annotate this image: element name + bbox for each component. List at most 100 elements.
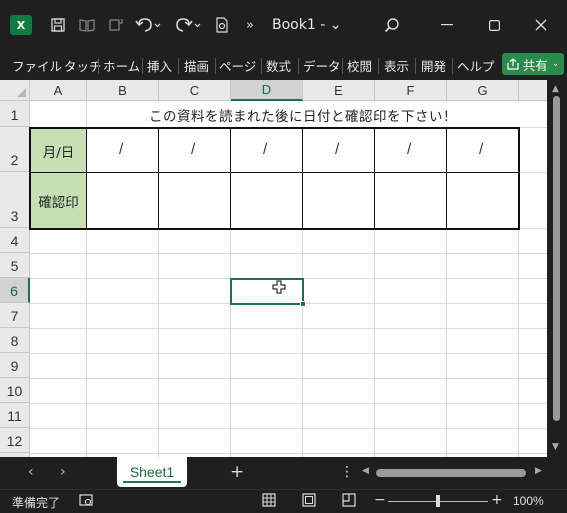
column-header-h[interactable] [519, 80, 549, 101]
add-sheet-icon[interactable]: + [230, 462, 244, 482]
column-header-a[interactable]: A [30, 80, 87, 101]
tab-help[interactable]: ヘルプ [457, 56, 495, 75]
zoom-level[interactable]: 100% [513, 494, 544, 508]
zoom-slider-thumb[interactable] [436, 495, 440, 507]
tab-touch[interactable]: タッチ [64, 56, 102, 75]
open-book-icon[interactable] [77, 14, 97, 36]
zoom-out-icon[interactable]: − [374, 492, 386, 508]
date-cell-c2[interactable]: / [191, 141, 195, 158]
tab-page-layout[interactable]: ページ [219, 56, 256, 75]
page-break-icon[interactable] [342, 493, 356, 511]
share-label: 共有 [522, 57, 548, 73]
tab-insert[interactable]: 挿入 [147, 56, 172, 75]
scroll-left-icon[interactable]: ◀ [362, 466, 369, 476]
save-icon[interactable] [48, 14, 68, 36]
prev-sheet-icon[interactable]: ‹ [28, 464, 34, 480]
search-icon[interactable] [382, 14, 402, 36]
format-painter-icon[interactable] [106, 14, 126, 36]
maximize-icon[interactable] [479, 14, 509, 36]
gridline [30, 328, 547, 329]
column-header-b[interactable]: B [87, 80, 159, 101]
row-header-5[interactable]: 5 [0, 253, 30, 278]
active-cell-d6[interactable] [230, 278, 304, 305]
vertical-scrollbar[interactable]: ▲ ▼ [547, 80, 567, 457]
table-col-divider [230, 128, 231, 229]
chevron-down-icon[interactable]: ⌄ [552, 59, 560, 69]
normal-view-icon[interactable] [262, 493, 276, 511]
tab-separator [452, 58, 453, 74]
sheet-tabs-bar: ‹ › Sheet1 + ⋮ ◀ ▶ [0, 457, 567, 489]
tab-separator [298, 58, 299, 74]
tab-view[interactable]: 表示 [384, 56, 409, 75]
more-options-icon[interactable]: ⋮ [340, 464, 354, 480]
status-bar: 準備完了 − + 100% [0, 489, 567, 513]
date-cell-f2[interactable]: / [407, 141, 411, 158]
table-col-divider [86, 128, 87, 229]
tab-draw[interactable]: 描画 [184, 56, 209, 75]
scroll-right-icon[interactable]: ▶ [535, 466, 542, 476]
column-header-g[interactable]: G [447, 80, 519, 101]
date-cell-e2[interactable]: / [335, 141, 339, 158]
page-layout-icon[interactable] [302, 493, 316, 511]
row-header-10[interactable]: 10 [0, 378, 30, 403]
tab-separator [261, 58, 262, 74]
gridline [30, 428, 547, 429]
fill-handle[interactable] [300, 301, 306, 307]
print-preview-icon[interactable] [212, 14, 232, 36]
column-header-c[interactable]: C [159, 80, 231, 101]
more-commands-icon[interactable]: » [242, 14, 258, 36]
row-header-3[interactable]: 3 [0, 172, 30, 228]
column-header-d[interactable]: D [231, 80, 303, 101]
table-col-divider [158, 128, 159, 229]
date-cell-b2[interactable]: / [119, 141, 123, 158]
row-header-9[interactable]: 9 [0, 353, 30, 378]
accessibility-icon[interactable] [79, 493, 93, 511]
gridline [30, 453, 547, 454]
row-header-1[interactable]: 1 [0, 101, 30, 127]
tab-review[interactable]: 校閲 [347, 56, 372, 75]
tab-home[interactable]: ホーム [103, 56, 140, 75]
vertical-scroll-thumb[interactable] [553, 96, 560, 421]
tab-file[interactable]: ファイル [12, 56, 62, 75]
row-header-7[interactable]: 7 [0, 303, 30, 328]
redo-icon[interactable] [174, 14, 202, 36]
zoom-in-icon[interactable]: + [491, 492, 503, 508]
active-sheet-indicator [123, 481, 181, 483]
tab-separator [98, 58, 99, 74]
row-header-2[interactable]: 2 [0, 127, 30, 172]
table-col-divider [446, 128, 447, 229]
ribbon-tabs: ファイル タッチ ホーム 挿入 描画 ページ 数式 データ 校閲 表示 開発 ヘ… [0, 50, 567, 80]
select-all-corner[interactable] [0, 80, 30, 101]
horizontal-scroll-thumb[interactable] [376, 469, 526, 477]
share-button[interactable]: 共有 ⌄ [502, 53, 564, 75]
next-sheet-icon[interactable]: › [60, 464, 66, 480]
row-header-11[interactable]: 11 [0, 403, 30, 428]
row-header-12[interactable]: 12 [0, 428, 30, 453]
undo-icon[interactable] [134, 14, 162, 36]
tab-developer[interactable]: 開発 [421, 56, 446, 75]
table-col-divider [374, 128, 375, 229]
row-header-6[interactable]: 6 [0, 278, 30, 303]
excel-icon: X [10, 15, 32, 35]
tab-separator [178, 58, 179, 74]
column-header-e[interactable]: E [303, 80, 375, 101]
horizontal-scrollbar[interactable]: ◀ ▶ [362, 466, 547, 479]
gridline [30, 403, 547, 404]
notice-title-cell[interactable]: この資料を読まれた後に日付と確認印を下さい！ [87, 102, 519, 127]
minimize-icon[interactable] [432, 14, 462, 36]
tab-data[interactable]: データ [303, 56, 341, 75]
scroll-down-icon[interactable]: ▼ [552, 442, 559, 452]
date-cell-d2[interactable]: / [263, 141, 267, 158]
row-header-8[interactable]: 8 [0, 328, 30, 353]
tab-separator [378, 58, 379, 74]
scroll-up-icon[interactable]: ▲ [552, 84, 559, 94]
date-cell-g2[interactable]: / [479, 141, 483, 158]
close-icon[interactable] [526, 14, 556, 36]
row-header-4[interactable]: 4 [0, 228, 30, 253]
gridline [30, 253, 547, 254]
cell-select-cursor-icon [272, 280, 286, 294]
tab-formulas[interactable]: 数式 [266, 56, 291, 75]
worksheet-grid[interactable]: A B C D E F G 1 2 3 4 5 6 7 8 9 10 11 12… [0, 80, 567, 457]
tab-separator [215, 58, 216, 74]
column-header-f[interactable]: F [375, 80, 447, 101]
